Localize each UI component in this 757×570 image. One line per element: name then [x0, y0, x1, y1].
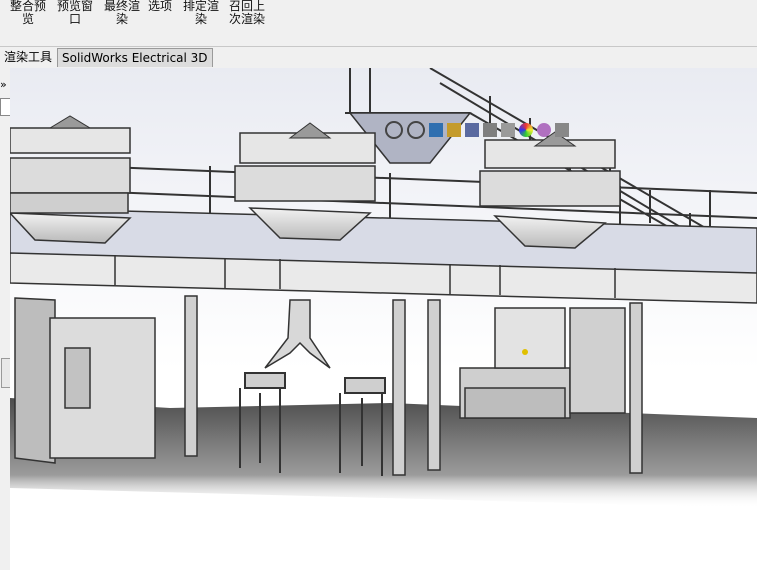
left-cabinet [14, 297, 156, 464]
graphics-viewport[interactable] [10, 68, 757, 570]
hide-show-items-icon[interactable] [501, 123, 515, 137]
display-style-icon[interactable] [483, 123, 497, 137]
recall-last-render-button[interactable]: 召回上 次渲染 [225, 0, 269, 26]
tab-solidworks-electrical-3d[interactable]: SolidWorks Electrical 3D [57, 48, 213, 67]
tab-render-tools[interactable]: 渲染工具 [0, 48, 56, 66]
view-orientation-icon[interactable] [465, 123, 479, 137]
edit-appearance-icon[interactable] [519, 123, 533, 137]
preview-window-button[interactable]: 预览窗 口 [53, 0, 97, 26]
options-button[interactable]: 选项 [143, 0, 177, 13]
heads-up-view-toolbar [385, 120, 573, 140]
integrated-preview-button[interactable]: 整合预 览 [6, 0, 50, 26]
button-label-line1: 选项 [147, 0, 172, 13]
packaging-machine [459, 307, 626, 419]
view-settings-icon[interactable] [555, 123, 569, 137]
section-view-icon[interactable] [447, 123, 461, 137]
final-render-button[interactable]: 最终渲 染 [100, 0, 144, 26]
command-manager-tabs: 渲染工具 SolidWorks Electrical 3D [0, 47, 757, 68]
multihead-weigher-left [10, 115, 132, 244]
zoom-to-fit-icon[interactable] [385, 121, 403, 139]
machine-model-render [10, 68, 757, 508]
button-label-line2: 次渲染 [228, 12, 265, 26]
button-label-line2: 染 [115, 12, 128, 26]
discharge-chute [264, 299, 331, 369]
button-label-line2: 览 [21, 12, 34, 26]
expand-pane-icon[interactable]: » [0, 78, 7, 91]
command-ribbon: 整合预 览 预览窗 口 最终渲 染 选项 排定渲 染 召回上 次渲染 [0, 0, 757, 47]
previous-view-icon[interactable] [429, 123, 443, 137]
zoom-to-area-icon[interactable] [407, 121, 425, 139]
apply-scene-icon[interactable] [537, 123, 551, 137]
button-label-line2: 染 [194, 12, 207, 26]
schedule-render-button[interactable]: 排定渲 染 [179, 0, 223, 26]
button-label-line2: 口 [68, 12, 81, 26]
